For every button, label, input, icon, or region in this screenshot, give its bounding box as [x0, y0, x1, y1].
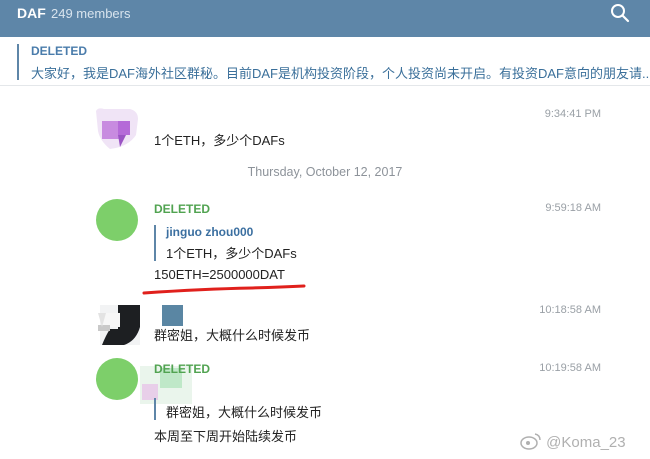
quote-bar — [154, 225, 156, 261]
watermark-text: @Koma_23 — [546, 434, 626, 451]
avatar[interactable] — [96, 199, 138, 241]
avatar-image — [98, 305, 140, 345]
avatar[interactable] — [96, 107, 138, 149]
watermark: @Koma_23 — [520, 432, 626, 451]
avatar-image — [96, 108, 138, 149]
chat-title[interactable]: DAF — [17, 5, 46, 21]
member-count[interactable]: 249 members — [51, 6, 130, 21]
sender-name[interactable]: DELETED — [154, 202, 210, 216]
quote-text: 1个ETH，多少个DAFs — [166, 246, 297, 261]
pinned-text: 大家好，我是DAF海外社区群秘。目前DAF是机构投资阶段，个人投资尚未开启。有投… — [31, 66, 650, 81]
avatar[interactable] — [96, 358, 138, 400]
quote-bar — [154, 398, 156, 420]
avatar[interactable] — [96, 305, 142, 347]
red-underline-annotation — [142, 284, 306, 295]
pinned-bar — [17, 44, 19, 80]
message-text: 本周至下周开始陆续发币 — [154, 429, 298, 444]
search-icon[interactable] — [610, 3, 630, 23]
attachment-thumbnail[interactable] — [162, 305, 183, 326]
message-time: 9:59:18 AM — [545, 202, 601, 214]
weibo-icon — [520, 433, 541, 450]
message-text: 150ETH=2500000DAT — [154, 267, 285, 282]
pinned-sender: DELETED — [31, 44, 88, 58]
message-text: 群密姐，大概什么时候发币 — [154, 328, 311, 343]
date-separator: Thursday, October 12, 2017 — [247, 165, 403, 179]
quote-text: 群密姐，大概什么时候发币 — [166, 405, 323, 420]
message-text: 1个ETH，多少个DAFs — [154, 133, 285, 148]
pinned-message[interactable]: DELETED 大家好，我是DAF海外社区群秘。目前DAF是机构投资阶段，个人投… — [0, 37, 650, 86]
message-time: 9:34:41 PM — [544, 108, 601, 120]
quote-sender[interactable]: jinguo zhou000 — [166, 225, 253, 239]
chat-header: DAF 249 members — [0, 0, 650, 37]
sender-name[interactable]: DELETED — [154, 362, 210, 376]
message-time: 10:19:58 AM — [539, 362, 601, 374]
message-time: 10:18:58 AM — [539, 304, 601, 316]
